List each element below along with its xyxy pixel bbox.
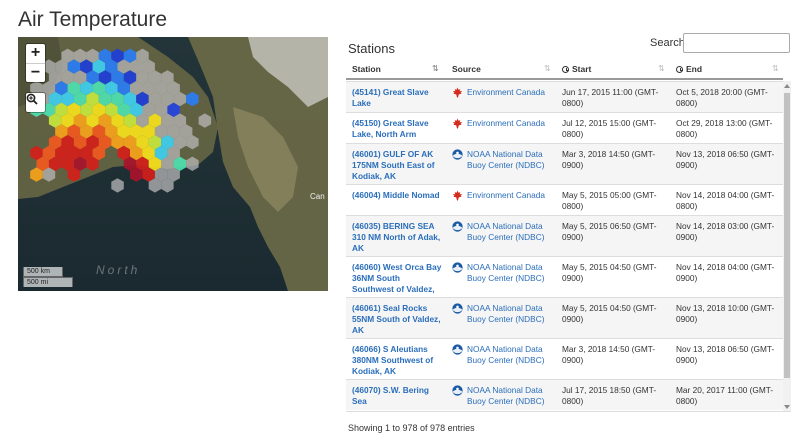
station-link[interactable]: (46001) GULF OF AK 175NM South East of K…	[352, 149, 442, 182]
start-time: May 5, 2015 04:50 (GMT-0900)	[562, 303, 657, 324]
scroll-thumb[interactable]	[784, 93, 790, 378]
noaa-logo-icon	[452, 344, 463, 355]
station-link[interactable]: (46066) S Aleutians 380NM Southwest of K…	[352, 344, 442, 377]
noaa-logo-icon	[452, 221, 463, 232]
source-link[interactable]: Environment Canada	[452, 190, 552, 201]
start-time: Jun 17, 2015 11:00 (GMT-0800)	[562, 87, 659, 108]
noaa-logo-icon	[452, 149, 463, 160]
table-row: (46060) West Orca Bay 36NM South Southwe…	[346, 256, 783, 305]
scale-mi: 500 mi	[23, 277, 73, 287]
table-scrollbar[interactable]	[783, 81, 791, 411]
sort-icon[interactable]: ⇅	[772, 64, 779, 73]
station-link[interactable]: (45150) Great Slave Lake, North Arm	[352, 118, 442, 140]
maple-leaf-icon	[452, 118, 463, 129]
table-row: (46061) Seal Rocks 55NM South of Valdez,…	[346, 297, 783, 338]
table-row: (46066) S Aleutians 380NM Southwest of K…	[346, 338, 783, 379]
source-label: NOAA National Data Buoy Center (NDBC)	[467, 344, 545, 365]
column-source[interactable]: Source	[452, 64, 481, 74]
source-label: Environment Canada	[467, 87, 545, 97]
start-time: May 5, 2015 04:50 (GMT-0900)	[562, 262, 657, 283]
table-row: (46070) S.W. Bering Sea NOAA National Dat…	[346, 379, 783, 410]
source-link[interactable]: NOAA National Data Buoy Center (NDBC)	[452, 344, 552, 366]
source-link[interactable]: NOAA National Data Buoy Center (NDBC)	[452, 221, 552, 243]
column-start-label: Start	[572, 64, 592, 74]
zoom-out-button[interactable]: −	[26, 63, 45, 82]
page-title: Air Temperature	[18, 8, 168, 31]
zoom-in-button[interactable]: +	[26, 44, 45, 63]
scroll-up-icon[interactable]	[784, 84, 790, 88]
start-time: May 5, 2015 06:50 (GMT-0900)	[562, 221, 657, 242]
noaa-logo-icon	[452, 385, 463, 396]
zoom-control: + −	[26, 44, 45, 82]
station-link[interactable]: (46035) BERING SEA 310 NM North of Adak,…	[352, 221, 442, 254]
sort-icon[interactable]: ⇅	[544, 64, 551, 73]
map-background	[18, 37, 328, 291]
source-label: Environment Canada	[467, 190, 545, 200]
source-label: Environment Canada	[467, 118, 545, 128]
clock-icon	[562, 66, 569, 73]
start-time: May 5, 2015 05:00 (GMT-0800)	[562, 190, 657, 211]
sort-asc-icon[interactable]: ⇅	[432, 64, 439, 73]
column-end[interactable]: End	[676, 64, 702, 74]
end-time: Nov 13, 2018 10:00 (GMT-0900)	[676, 303, 775, 324]
scale-km: 500 km	[23, 267, 63, 277]
table-row: (46035) BERING SEA 310 NM North of Adak,…	[346, 215, 783, 256]
clock-icon	[676, 66, 683, 73]
noaa-logo-icon	[452, 262, 463, 273]
end-time: Nov 13, 2018 06:50 (GMT-0900)	[676, 149, 775, 170]
table-header: Station ⇅ Source ⇅ Start ⇅ End ⇅	[346, 60, 783, 80]
end-time: Oct 5, 2018 20:00 (GMT-0800)	[676, 87, 768, 108]
sort-icon[interactable]: ⇅	[658, 64, 665, 73]
column-start[interactable]: Start	[562, 64, 591, 74]
station-link[interactable]: (46004) Middle Nomad	[352, 190, 442, 201]
stations-title: Stations	[348, 41, 395, 56]
map-scale: 500 km 500 mi	[23, 267, 73, 287]
end-time: Nov 14, 2018 04:00 (GMT-0800)	[676, 190, 775, 211]
station-link[interactable]: (46061) Seal Rocks 55NM South of Valdez,…	[352, 303, 442, 336]
source-link[interactable]: NOAA National Data Buoy Center (NDBC)	[452, 385, 552, 407]
start-time: Mar 3, 2018 14:50 (GMT-0900)	[562, 149, 656, 170]
map-edge-label: Can	[310, 192, 325, 201]
column-end-label: End	[686, 64, 703, 74]
source-link[interactable]: Environment Canada	[452, 118, 552, 129]
noaa-logo-icon	[452, 303, 463, 314]
source-label: NOAA National Data Buoy Center (NDBC)	[467, 221, 545, 242]
table-row: (45150) Great Slave Lake, North Arm Envir…	[346, 112, 783, 143]
source-link[interactable]: NOAA National Data Buoy Center (NDBC)	[452, 303, 552, 325]
source-link[interactable]: Environment Canada	[452, 87, 552, 98]
source-label: NOAA National Data Buoy Center (NDBC)	[467, 303, 545, 324]
start-time: Jul 12, 2015 15:00 (GMT-0800)	[562, 118, 657, 139]
start-time: Jul 17, 2015 18:50 (GMT-0800)	[562, 385, 657, 406]
end-time: Oct 29, 2018 13:00 (GMT-0800)	[676, 118, 773, 139]
maple-leaf-icon	[452, 190, 463, 201]
zoom-box-icon	[26, 93, 38, 105]
end-time: Mar 20, 2017 11:00 (GMT-0800)	[676, 385, 774, 406]
table-info: Showing 1 to 978 of 978 entries	[348, 423, 475, 433]
station-link[interactable]: (46070) S.W. Bering Sea	[352, 385, 442, 407]
table-row: (45141) Great Slave Lake Environment Cana…	[346, 81, 783, 112]
source-link[interactable]: NOAA National Data Buoy Center (NDBC)	[452, 149, 552, 171]
column-station[interactable]: Station	[352, 64, 381, 74]
station-link[interactable]: (45141) Great Slave Lake	[352, 87, 442, 109]
search-input[interactable]	[683, 33, 790, 53]
source-label: NOAA National Data Buoy Center (NDBC)	[467, 262, 545, 283]
source-label: NOAA National Data Buoy Center (NDBC)	[467, 149, 545, 170]
map-region-label: North	[96, 263, 141, 277]
start-time: Mar 3, 2018 14:50 (GMT-0900)	[562, 344, 656, 365]
end-time: Nov 13, 2018 06:50 (GMT-0900)	[676, 344, 775, 365]
table-row: (46004) Middle Nomad Environment Canada Ma…	[346, 184, 783, 215]
end-time: Nov 14, 2018 03:00 (GMT-0900)	[676, 221, 775, 242]
source-link[interactable]: NOAA National Data Buoy Center (NDBC)	[452, 262, 552, 284]
maple-leaf-icon	[452, 87, 463, 98]
scroll-down-icon[interactable]	[784, 405, 790, 409]
stations-table: Station ⇅ Source ⇅ Start ⇅ End ⇅ (45141)…	[346, 60, 791, 412]
station-map[interactable]: + − North Can 500 km 500 mi	[18, 37, 328, 291]
zoom-box-button[interactable]	[26, 93, 45, 112]
source-label: NOAA National Data Buoy Center (NDBC)	[467, 385, 545, 406]
table-row: (46001) GULF OF AK 175NM South East of K…	[346, 143, 783, 184]
end-time: Nov 14, 2018 04:00 (GMT-0900)	[676, 262, 775, 283]
